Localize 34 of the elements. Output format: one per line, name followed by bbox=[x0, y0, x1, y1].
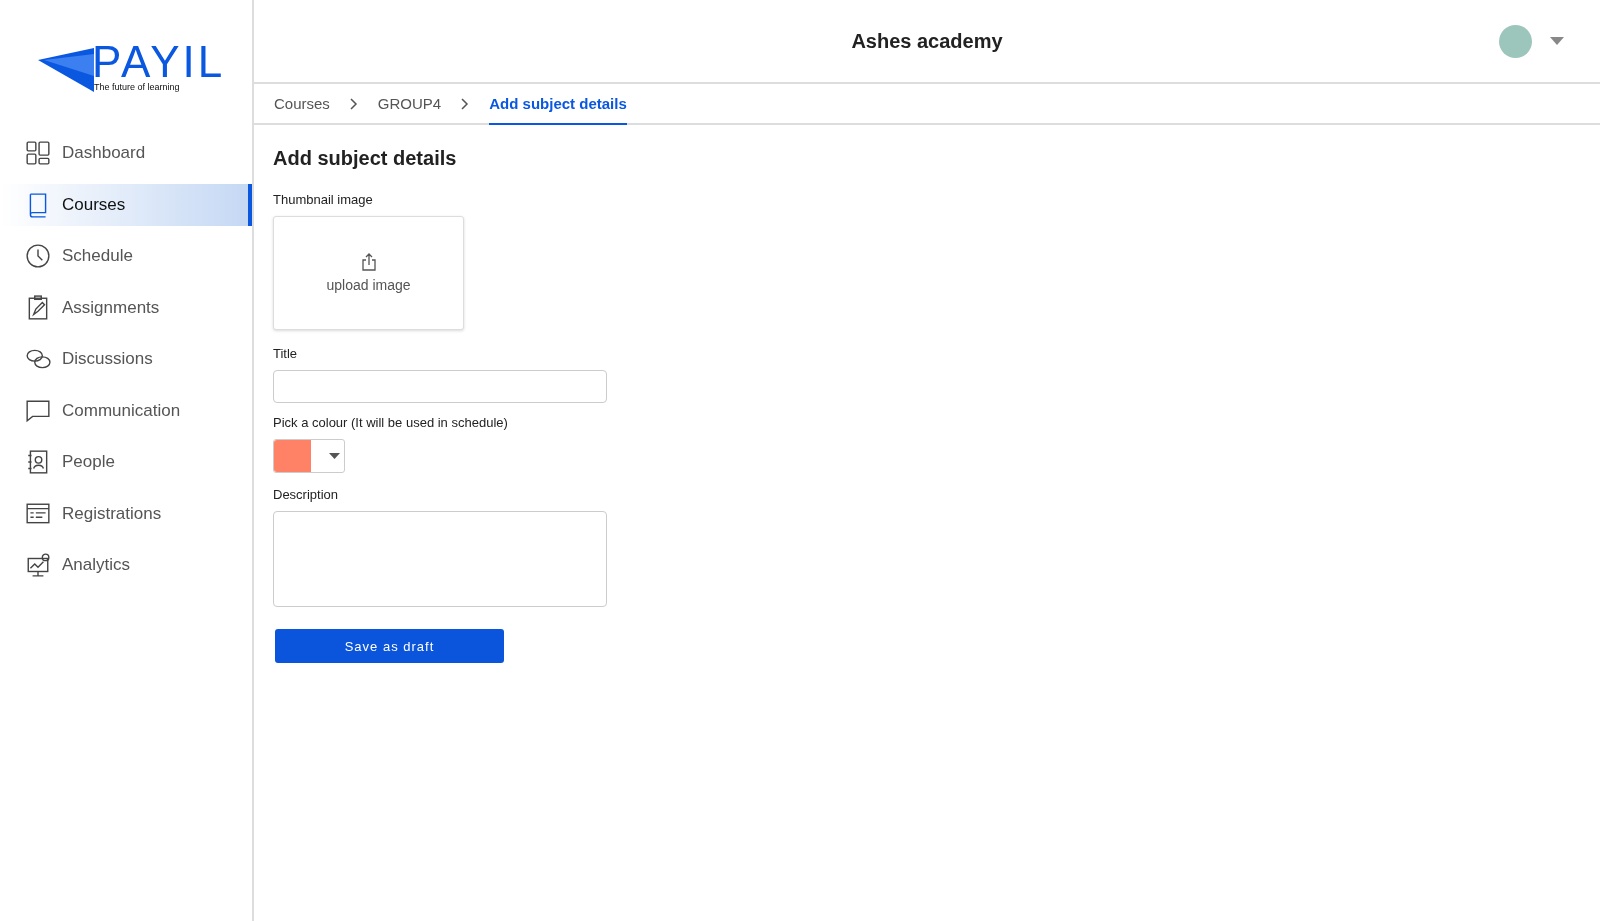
colour-picker[interactable] bbox=[273, 439, 345, 473]
clock-icon bbox=[25, 243, 51, 269]
dashboard-icon bbox=[25, 140, 51, 166]
logo-tagline: The future of learning bbox=[93, 82, 181, 92]
breadcrumb-link[interactable]: Add subject details bbox=[489, 84, 627, 125]
chevron-icon bbox=[349, 97, 358, 110]
share-icon bbox=[360, 253, 377, 271]
caret-icon bbox=[329, 453, 340, 459]
title-field[interactable] bbox=[273, 370, 607, 403]
field-label: Thumbnail image bbox=[273, 192, 373, 207]
sidebar-item[interactable]: Discussions bbox=[0, 338, 252, 380]
chart-monitor-icon bbox=[25, 552, 51, 578]
sidebar-item[interactable]: Registrations bbox=[0, 492, 252, 535]
avatar-icon[interactable] bbox=[1499, 24, 1532, 58]
field-label: Pick a colour (It will be used in schedule) bbox=[273, 415, 508, 430]
sidebar-item[interactable]: Schedule bbox=[0, 235, 252, 277]
description-field[interactable] bbox=[273, 511, 607, 607]
logo-wordmark: PAYIL bbox=[92, 42, 226, 82]
sidebar-item[interactable]: People bbox=[0, 441, 252, 483]
field-label: Title bbox=[273, 346, 298, 361]
upload-image-button[interactable]: upload image bbox=[273, 216, 464, 330]
sidebar-item[interactable]: Communication bbox=[0, 389, 252, 432]
breadcrumb-link[interactable]: Courses bbox=[274, 84, 330, 125]
sidebar-item[interactable]: Dashboard bbox=[0, 132, 252, 174]
sidebar-item[interactable]: Analytics bbox=[0, 544, 252, 586]
page-heading: Add subject details bbox=[273, 147, 457, 170]
chevron-icon bbox=[461, 97, 470, 110]
field-label: Description bbox=[273, 487, 339, 502]
sidebar-item[interactable]: Assignments bbox=[0, 286, 252, 329]
breadcrumb-link[interactable]: GROUP4 bbox=[377, 84, 442, 125]
save-as-draft-button[interactable]: Save as draft bbox=[275, 629, 504, 663]
academy-title: Ashes academy bbox=[850, 29, 1004, 53]
logo-wing-icon bbox=[38, 46, 94, 92]
caret-icon[interactable] bbox=[1550, 37, 1564, 45]
